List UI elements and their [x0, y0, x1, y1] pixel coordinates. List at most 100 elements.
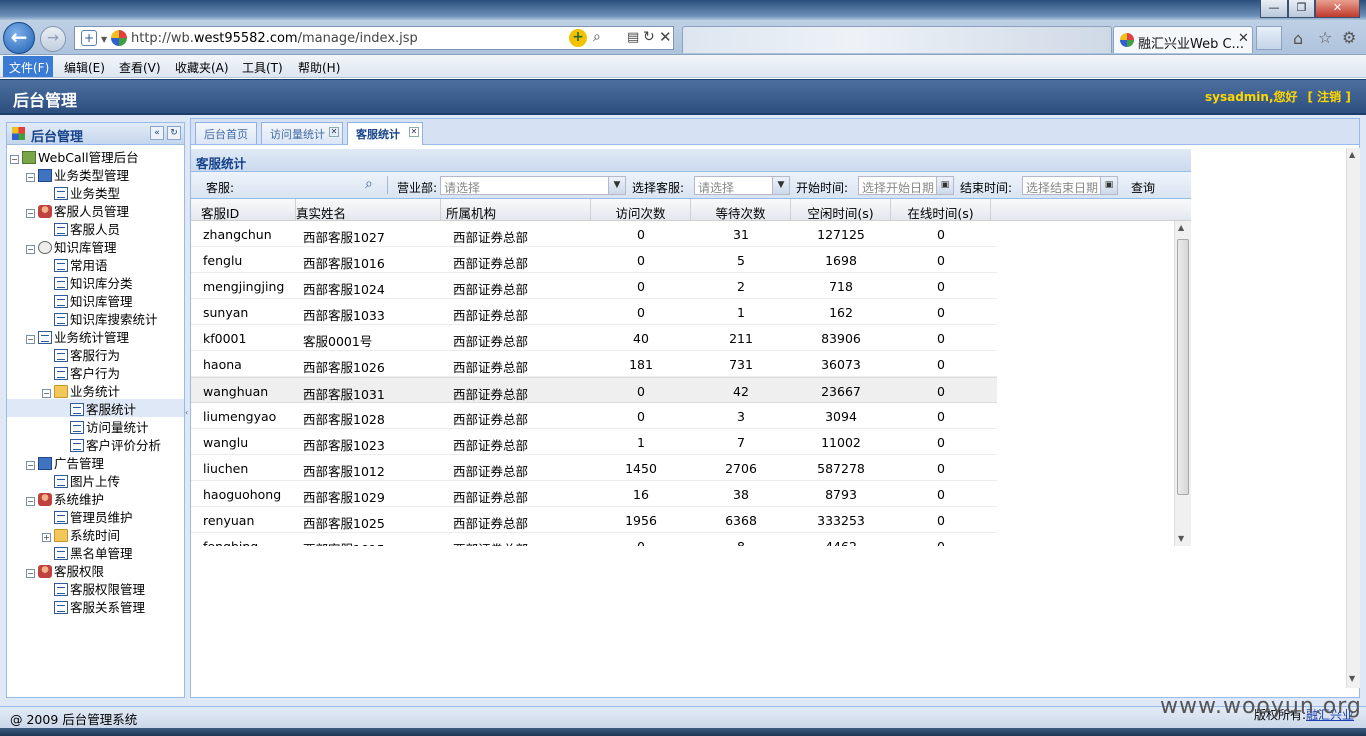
table-row[interactable]: mengjingjing 西部客服1024 西部证券总部 0 2 718 0: [191, 273, 997, 299]
tree-item-agent-mgmt[interactable]: − 客服人员管理: [26, 201, 129, 219]
address-bar[interactable]: + ▼ http://wb.west95582.com/manage/index…: [74, 26, 674, 50]
logout-link[interactable]: [ 注销 ]: [1308, 90, 1351, 104]
grid-scrollbar[interactable]: ▲ ▼: [1174, 221, 1191, 546]
column-header[interactable]: 所属机构: [441, 199, 591, 221]
close-icon[interactable]: ✕: [409, 127, 419, 137]
calendar-icon[interactable]: ▣: [1100, 177, 1117, 194]
query-button[interactable]: 查询: [1131, 179, 1155, 196]
refresh-icon[interactable]: ↻: [643, 29, 655, 45]
tree-item-kb-search-stats[interactable]: 知识库搜索统计: [54, 309, 158, 327]
tree-item-agent-perm-mgmt[interactable]: 客服权限管理: [54, 579, 145, 597]
scroll-down-icon[interactable]: ▼: [1349, 674, 1355, 683]
compat-view-icon[interactable]: ▤: [627, 30, 639, 45]
tree-item-agent-stats[interactable]: 客服统计: [7, 399, 184, 417]
search-icon[interactable]: ⌕: [365, 176, 383, 194]
menu-favorites[interactable]: 收藏夹(A): [175, 59, 229, 76]
close-tab-icon[interactable]: ✕: [1238, 31, 1249, 46]
stop-icon[interactable]: ✕: [659, 28, 672, 46]
tree-item-admin-maint[interactable]: 管理员维护: [54, 507, 133, 525]
column-header[interactable]: 等待次数: [691, 199, 791, 221]
table-row[interactable]: fenglu 西部客服1016 西部证券总部 0 5 1698 0: [191, 247, 997, 273]
start-date-field[interactable]: 选择开始日期 ▣: [858, 176, 954, 195]
chevron-down-icon[interactable]: ▼: [608, 177, 625, 194]
collapse-icon[interactable]: «: [150, 126, 164, 140]
table-row[interactable]: zhangchun 西部客服1027 西部证券总部 0 31 127125 0: [191, 221, 997, 247]
tree-item-agent-behavior[interactable]: 客服行为: [54, 345, 120, 363]
tree-item-business-type-mgmt[interactable]: − 业务类型管理: [26, 165, 129, 183]
table-row[interactable]: wanglu 西部客服1023 西部证券总部 1 7 11002 0: [191, 429, 997, 455]
scroll-up-icon[interactable]: ▲: [1349, 150, 1355, 159]
favorites-star-icon[interactable]: ☆: [1318, 28, 1332, 47]
calendar-icon[interactable]: ▣: [936, 177, 953, 194]
column-header[interactable]: 访问次数: [591, 199, 691, 221]
collapse-arrow-icon[interactable]: ‹: [185, 408, 188, 417]
menu-tools[interactable]: 工具(T): [242, 59, 283, 76]
tree-item-image-upload[interactable]: 图片上传: [54, 471, 120, 489]
tree-item-customer-behavior[interactable]: 客户行为: [54, 363, 120, 381]
tree-item-business-stats[interactable]: − 业务统计: [42, 381, 120, 399]
tree-item-kb-category[interactable]: 知识库分类: [54, 273, 133, 291]
tree-root[interactable]: − WebCall管理后台: [10, 147, 139, 165]
maximize-button[interactable]: ❐: [1288, 0, 1315, 18]
close-window-button[interactable]: ✕: [1315, 0, 1360, 18]
table-row[interactable]: liuchen 西部客服1012 西部证券总部 1450 2706 587278 0: [191, 455, 997, 481]
home-icon[interactable]: ⌂: [1293, 29, 1303, 48]
menu-file[interactable]: 文件(F): [3, 56, 53, 77]
tree-label: 知识库分类: [70, 276, 133, 291]
chevron-down-icon[interactable]: ▼: [772, 177, 789, 194]
blurred-tab[interactable]: [682, 26, 1112, 53]
column-header[interactable]: 客服ID: [191, 199, 296, 221]
agent-select[interactable]: 请选择 ▼: [694, 176, 790, 195]
scroll-thumb[interactable]: [1177, 239, 1189, 495]
table-row[interactable]: wanghuan 西部客服1031 西部证券总部 0 42 23667 0: [191, 377, 997, 403]
minimize-button[interactable]: —: [1260, 0, 1288, 18]
menu-view[interactable]: 查看(V): [119, 59, 161, 76]
tree-item-phrases[interactable]: 常用语: [54, 255, 108, 273]
tree-label: 客户行为: [70, 366, 121, 381]
table-row[interactable]: liumengyao 西部客服1028 西部证券总部 0 3 3094 0: [191, 403, 997, 429]
tree-item-customer-rating[interactable]: 客户评价分析: [70, 435, 161, 453]
dept-select[interactable]: 请选择 ▼: [440, 176, 626, 195]
menu-help[interactable]: 帮助(H): [298, 59, 340, 76]
tree-item-kb-mgmt[interactable]: − 知识库管理: [26, 237, 117, 255]
add-favorite-icon[interactable]: +: [81, 30, 97, 46]
end-date-field[interactable]: 选择结束日期 ▣: [1022, 176, 1118, 195]
refresh-tree-icon[interactable]: ↻: [167, 126, 181, 140]
tree-item-visit-stats[interactable]: 访问量统计: [70, 417, 149, 435]
column-header[interactable]: 真实姓名: [291, 199, 441, 221]
tree-item-blacklist[interactable]: 黑名单管理: [54, 543, 133, 561]
chevron-down-icon[interactable]: ▼: [101, 35, 107, 44]
tree-item-agent-perm[interactable]: − 客服权限: [26, 561, 104, 579]
tree-item-kb[interactable]: 知识库管理: [54, 291, 133, 309]
gear-icon[interactable]: ⚙: [1342, 28, 1356, 47]
tab-home[interactable]: 后台首页: [195, 122, 257, 144]
table-row[interactable]: sunyan 西部客服1033 西部证券总部 0 1 162 0: [191, 299, 997, 325]
column-header[interactable]: 空闲时间(s): [791, 199, 891, 221]
table-row[interactable]: fengbing西部客服1015西部证券总部0844620: [191, 533, 997, 546]
table-row[interactable]: haona 西部客服1026 西部证券总部 181 731 36073 0: [191, 351, 997, 377]
tree-item-system-maint[interactable]: − 系统维护: [26, 489, 104, 507]
tree-item-agents[interactable]: 客服人员: [54, 219, 120, 237]
scroll-down-icon[interactable]: ▼: [1178, 534, 1184, 543]
tree-item-stats-mgmt[interactable]: − 业务统计管理: [26, 327, 129, 345]
page-scrollbar[interactable]: ▲ ▼: [1346, 148, 1360, 688]
tab-agent-stats[interactable]: 客服统计 ✕: [347, 122, 423, 145]
search-icon[interactable]: ⌕: [593, 29, 601, 45]
tree-item-system-time[interactable]: + 系统时间: [42, 525, 120, 543]
scroll-up-icon[interactable]: ▲: [1178, 223, 1184, 232]
tree-item-business-type[interactable]: 业务类型: [54, 183, 120, 201]
tree-item-ads-mgmt[interactable]: − 广告管理: [26, 453, 104, 471]
column-header[interactable]: 在线时间(s): [891, 199, 991, 221]
tree-item-agent-relation[interactable]: 客服关系管理: [54, 597, 145, 615]
table-row[interactable]: kf0001 客服0001号 西部证券总部 40 211 83906 0: [191, 325, 997, 351]
forward-button[interactable]: →: [40, 26, 66, 52]
close-icon[interactable]: ✕: [329, 127, 339, 137]
compat-icon[interactable]: +: [569, 29, 587, 47]
table-row[interactable]: renyuan 西部客服1025 西部证券总部 1956 6368 333253 0: [191, 507, 997, 533]
browser-tab-active[interactable]: 融汇兴业Web C... ✕: [1113, 26, 1253, 53]
menu-edit[interactable]: 编辑(E): [64, 59, 105, 76]
table-row[interactable]: haoguohong 西部客服1029 西部证券总部 16 38 8793 0: [191, 481, 997, 507]
back-button[interactable]: ←: [3, 22, 35, 54]
new-tab-button[interactable]: [1256, 26, 1282, 50]
tab-visit-stats[interactable]: 访问量统计 ✕: [261, 122, 343, 144]
